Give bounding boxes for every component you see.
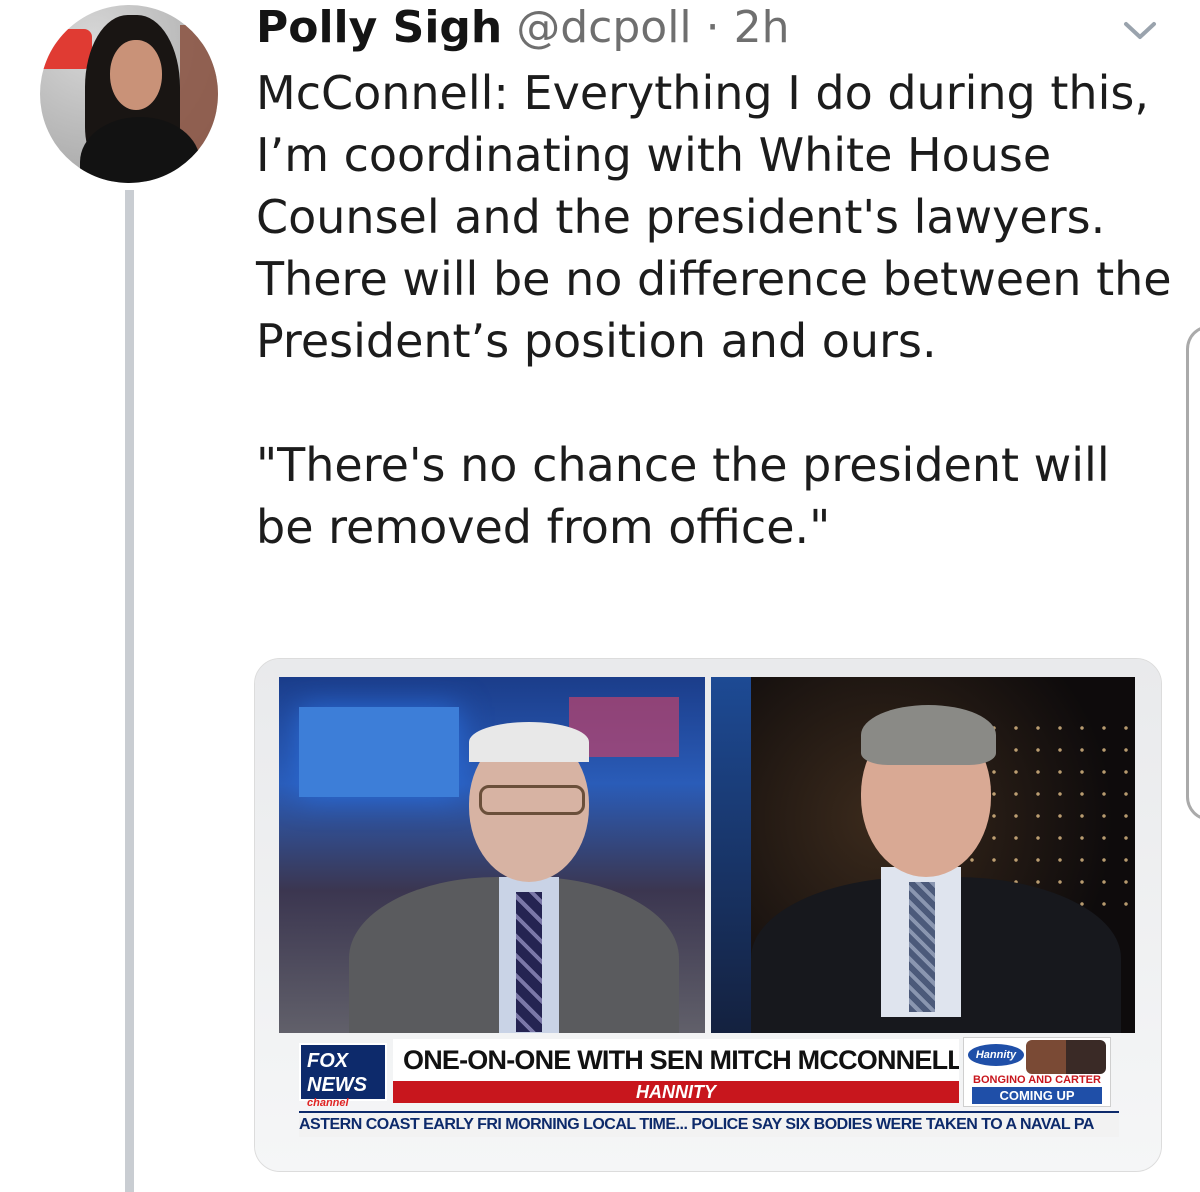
video-panel-left [279, 677, 705, 1033]
tweet-header: Polly Sigh @dcpoll · 2h [256, 0, 1156, 56]
tweet-timestamp[interactable]: 2h [734, 2, 790, 53]
promo-box: Hannity BONGINO AND CARTER COMING UP [963, 1037, 1111, 1107]
author-name[interactable]: Polly Sigh [256, 2, 502, 53]
news-lower-third: FOX NEWS channel ONE-ON-ONE WITH SEN MIT… [299, 1037, 1119, 1109]
promo-photo [1026, 1040, 1106, 1074]
network-logo: FOX NEWS channel [299, 1043, 387, 1109]
show-name-bar: HANNITY [393, 1081, 959, 1103]
author-handle[interactable]: @dcpoll [516, 2, 691, 53]
scroll-edge [1186, 325, 1200, 821]
avatar[interactable] [40, 5, 218, 183]
video-panel-right [711, 677, 1135, 1033]
network-logo-text: FOX NEWS [307, 1050, 367, 1096]
promo-badge: Hannity [968, 1044, 1024, 1066]
promo-next: COMING UP [972, 1087, 1102, 1104]
news-ticker: ASTERN COAST EARLY FRI MORNING LOCAL TIM… [299, 1111, 1119, 1137]
thread-connector-line [125, 190, 134, 1192]
meta-separator: · [705, 2, 720, 53]
promo-line: BONGINO AND CARTER [973, 1074, 1101, 1086]
tweet-text: McConnell: Everything I do during this, … [256, 66, 1172, 554]
network-logo-sub: channel [307, 1097, 349, 1109]
tweet-media-image[interactable]: FOX NEWS channel ONE-ON-ONE WITH SEN MIT… [254, 658, 1162, 1172]
news-headline: ONE-ON-ONE WITH SEN MITCH MCCONNELL [393, 1039, 959, 1081]
chevron-down-icon[interactable] [1122, 18, 1158, 42]
